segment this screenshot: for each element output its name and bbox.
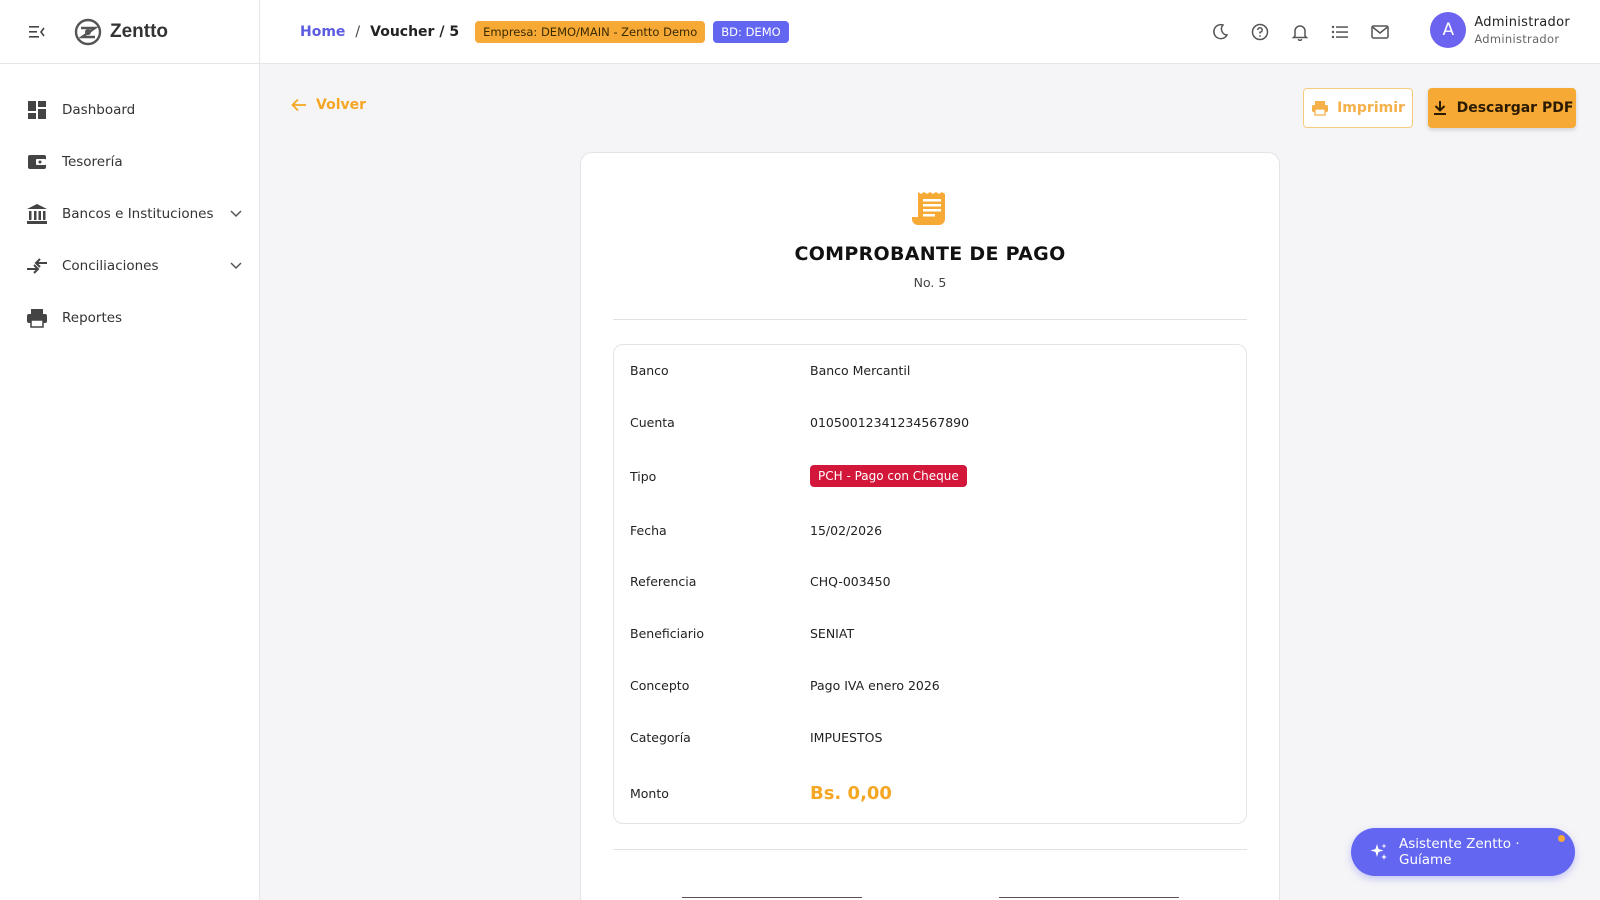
voucher-header: COMPROBANTE DE PAGO No. 5 <box>581 153 1279 290</box>
field-row-referencia: Referencia CHQ-003450 <box>630 574 1230 589</box>
field-row-categoria: Categoría IMPUESTOS <box>630 730 1230 745</box>
sidebar-nav: Dashboard Tesorería Bancos e Institucion… <box>0 64 259 344</box>
user-name: Administrador <box>1474 14 1570 30</box>
breadcrumb-separator: / <box>355 23 361 40</box>
field-label: Monto <box>630 785 669 801</box>
field-label: Beneficiario <box>630 626 705 641</box>
avatar[interactable]: A <box>1430 12 1467 48</box>
field-label: Concepto <box>630 678 690 693</box>
back-button[interactable]: Volver <box>290 96 366 114</box>
divider <box>613 849 1247 850</box>
voucher-details: Banco Banco Mercantil Cuenta 01050012341… <box>613 344 1247 824</box>
voucher-card: COMPROBANTE DE PAGO No. 5 Banco Banco Me… <box>580 152 1280 900</box>
sidebar: Zentto Dashboard Tesorería Bancos e Inst… <box>0 0 260 900</box>
sidebar-item-label: Dashboard <box>62 102 136 118</box>
print-label: Imprimir <box>1337 100 1405 116</box>
field-row-concepto: Concepto Pago IVA enero 2026 <box>630 678 1230 693</box>
brand-bar: Zentto <box>0 0 259 64</box>
chevron-down-icon[interactable] <box>229 259 243 273</box>
field-value: Banco Mercantil <box>810 363 911 378</box>
voucher-title: COMPROBANTE DE PAGO <box>794 243 1066 265</box>
breadcrumb: Home / Voucher / 5 <box>300 24 459 40</box>
breadcrumb-current: Voucher / 5 <box>370 23 460 40</box>
mail-icon[interactable] <box>1370 22 1390 42</box>
download-icon <box>1431 99 1449 117</box>
print-icon <box>1311 99 1329 117</box>
field-label: Fecha <box>630 523 667 538</box>
field-value: CHQ-003450 <box>810 574 891 589</box>
topbar-icons <box>1190 0 1390 64</box>
user-role: Administrador <box>1474 31 1560 46</box>
voucher-number: No. 5 <box>913 275 947 290</box>
sparkle-icon <box>1369 842 1389 862</box>
monto-value: Bs. 0,00 <box>810 782 892 804</box>
field-row-monto: Monto Bs. 0,00 <box>630 781 1230 805</box>
compare-arrows-icon <box>26 255 48 277</box>
wallet-icon <box>26 151 48 173</box>
sidebar-item-label: Tesorería <box>62 154 123 170</box>
field-value: 01050012341234567890 <box>810 415 970 430</box>
chevron-down-icon[interactable] <box>229 207 243 221</box>
sidebar-item-bancos[interactable]: Bancos e Instituciones <box>0 188 259 240</box>
sidebar-item-label: Bancos e Instituciones <box>62 206 214 222</box>
list-icon[interactable] <box>1330 22 1350 42</box>
field-label: Cuenta <box>630 415 675 430</box>
field-row-tipo: Tipo PCH - Pago con Cheque <box>630 464 1230 488</box>
topbar: Home / Voucher / 5 Empresa: DEMO/MAIN - … <box>260 0 1600 64</box>
back-label: Volver <box>316 97 367 113</box>
bd-badge: BD: DEMO <box>713 20 789 43</box>
assistant-button[interactable]: Asistente Zentto · Guíame <box>1351 828 1575 876</box>
breadcrumb-home-link[interactable]: Home <box>300 24 345 40</box>
field-label: Categoría <box>630 730 691 745</box>
field-value: Pago IVA enero 2026 <box>810 678 940 693</box>
field-row-beneficiario: Beneficiario SENIAT <box>630 626 1230 641</box>
field-value: SENIAT <box>810 626 855 641</box>
field-label: Referencia <box>630 574 697 589</box>
sidebar-item-tesoreria[interactable]: Tesorería <box>0 136 259 188</box>
assistant-label: Asistente Zentto · Guíame <box>1399 836 1520 868</box>
tipo-chip: PCH - Pago con Cheque <box>810 465 967 487</box>
receipt-icon <box>910 189 950 229</box>
field-label: Tipo <box>630 468 657 484</box>
field-row-cuenta: Cuenta 01050012341234567890 <box>630 415 1230 430</box>
field-row-banco: Banco Banco Mercantil <box>630 363 1230 378</box>
bank-icon <box>26 203 48 225</box>
sidebar-item-reportes[interactable]: Reportes <box>0 292 259 344</box>
bell-icon[interactable] <box>1290 22 1310 42</box>
field-row-fecha: Fecha 15/02/2026 <box>630 523 1230 538</box>
sidebar-item-conciliaciones[interactable]: Conciliaciones <box>0 240 259 292</box>
field-value: IMPUESTOS <box>810 730 883 745</box>
sidebar-item-label: Reportes <box>62 310 123 326</box>
notification-dot <box>1558 835 1565 842</box>
field-value: 15/02/2026 <box>810 523 883 538</box>
brand-name: Zentto <box>110 20 169 42</box>
sidebar-item-dashboard[interactable]: Dashboard <box>0 84 259 136</box>
divider <box>613 319 1247 320</box>
sidebar-item-label: Conciliaciones <box>62 258 159 274</box>
moon-icon[interactable] <box>1210 22 1230 42</box>
signature-line <box>999 897 1179 898</box>
field-label: Banco <box>630 363 669 378</box>
arrow-left-icon <box>290 96 308 114</box>
download-pdf-label: Descargar PDF <box>1456 100 1574 116</box>
zentto-logo-icon <box>74 18 102 46</box>
print-icon <box>26 307 48 329</box>
empresa-badge: Empresa: DEMO/MAIN - Zentto Demo <box>475 20 706 43</box>
dashboard-icon <box>26 99 48 121</box>
user-menu[interactable]: A Administrador Administrador <box>1430 12 1570 48</box>
help-icon[interactable] <box>1250 22 1270 42</box>
download-pdf-button[interactable]: Descargar PDF <box>1428 88 1576 128</box>
signature-line <box>682 897 862 898</box>
print-button[interactable]: Imprimir <box>1303 88 1413 128</box>
menu-collapse-icon[interactable] <box>28 23 46 41</box>
